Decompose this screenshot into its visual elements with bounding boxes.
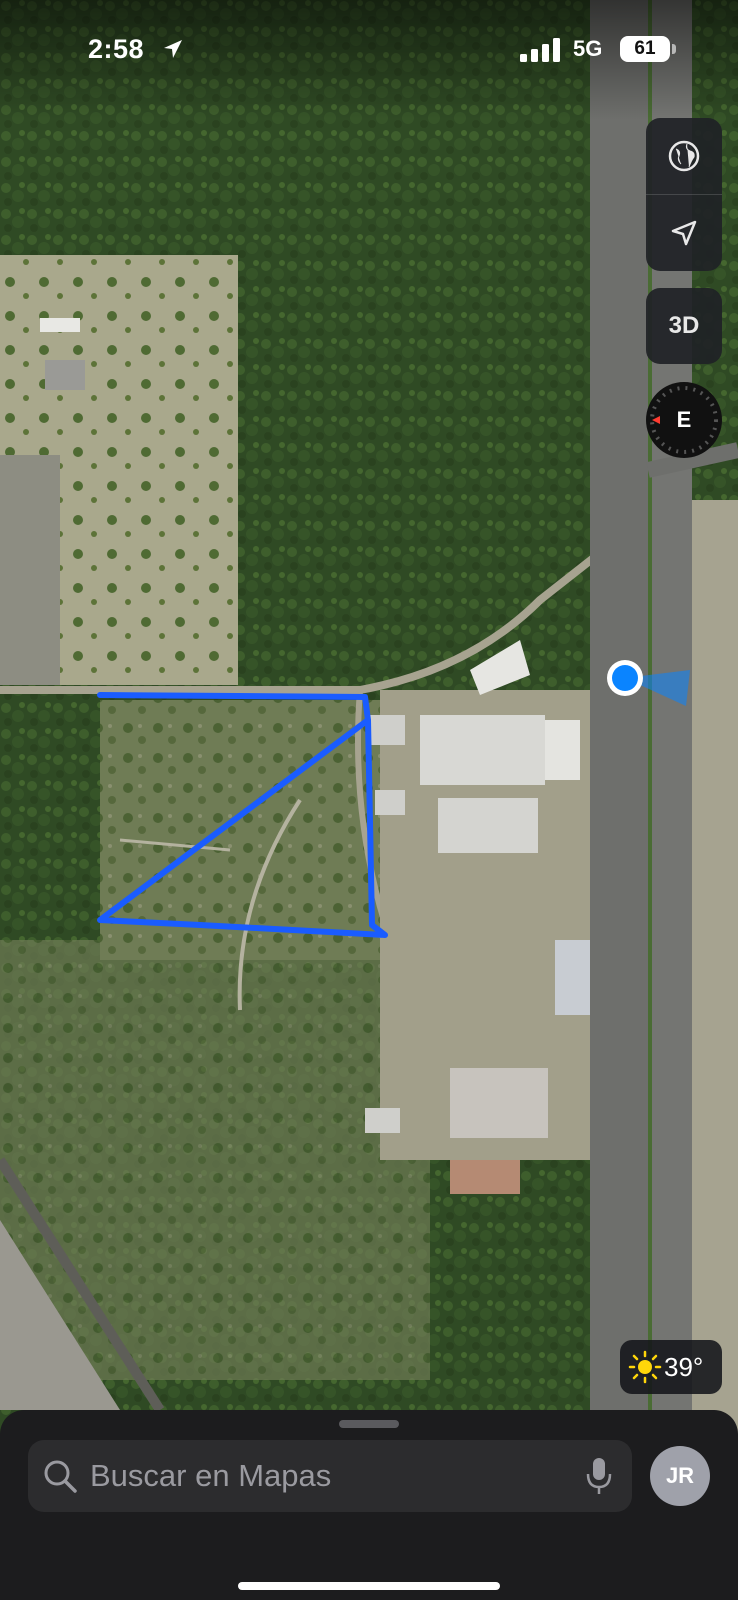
compass-heading: E (676, 407, 692, 432)
maps-screen: 2:58 5G 61 3D E 39° Buscar en Mapas JR (0, 0, 738, 1600)
status-bar: 2:58 5G 61 (0, 0, 738, 100)
warehouse (450, 1160, 520, 1194)
location-services-icon (164, 40, 182, 58)
profile-avatar[interactable]: JR (650, 1446, 710, 1506)
weather-widget[interactable]: 39° (620, 1340, 722, 1394)
warehouse (450, 1068, 548, 1138)
warehouse (420, 715, 545, 785)
warehouse (438, 798, 538, 853)
battery-indicator: 61 (620, 36, 670, 62)
search-icon (44, 1460, 77, 1493)
view-3d-button[interactable]: 3D (646, 288, 722, 364)
microphone-icon[interactable] (584, 1456, 614, 1496)
building (375, 790, 405, 815)
battery-cap (672, 44, 676, 54)
building (45, 360, 85, 390)
cellular-signal-icon (520, 38, 560, 62)
compass-button[interactable]: E (646, 382, 722, 458)
home-indicator[interactable] (238, 1582, 500, 1590)
search-bar[interactable]: Buscar en Mapas (28, 1440, 632, 1512)
search-placeholder: Buscar en Mapas (90, 1458, 332, 1493)
substation-area (0, 455, 60, 685)
map-controls-group (646, 118, 722, 271)
view-3d-group: 3D (646, 288, 722, 364)
building (365, 1108, 400, 1133)
location-arrow-icon (671, 220, 697, 246)
bottom-sheet[interactable]: Buscar en Mapas JR (0, 1410, 738, 1600)
network-type: 5G (573, 36, 603, 61)
status-time: 2:58 (88, 34, 145, 64)
view-3d-label: 3D (668, 312, 700, 339)
sheet-grabber[interactable] (339, 1420, 399, 1428)
building (40, 318, 80, 332)
scrub-field (0, 940, 430, 1380)
user-location-center (612, 665, 638, 691)
map-mode-button[interactable] (646, 118, 722, 194)
sun-icon (628, 1350, 662, 1384)
building (370, 715, 405, 745)
weather-temperature: 39° (664, 1352, 704, 1382)
globe-icon (668, 140, 700, 172)
warehouse (545, 720, 580, 780)
current-location-button[interactable] (646, 194, 722, 271)
